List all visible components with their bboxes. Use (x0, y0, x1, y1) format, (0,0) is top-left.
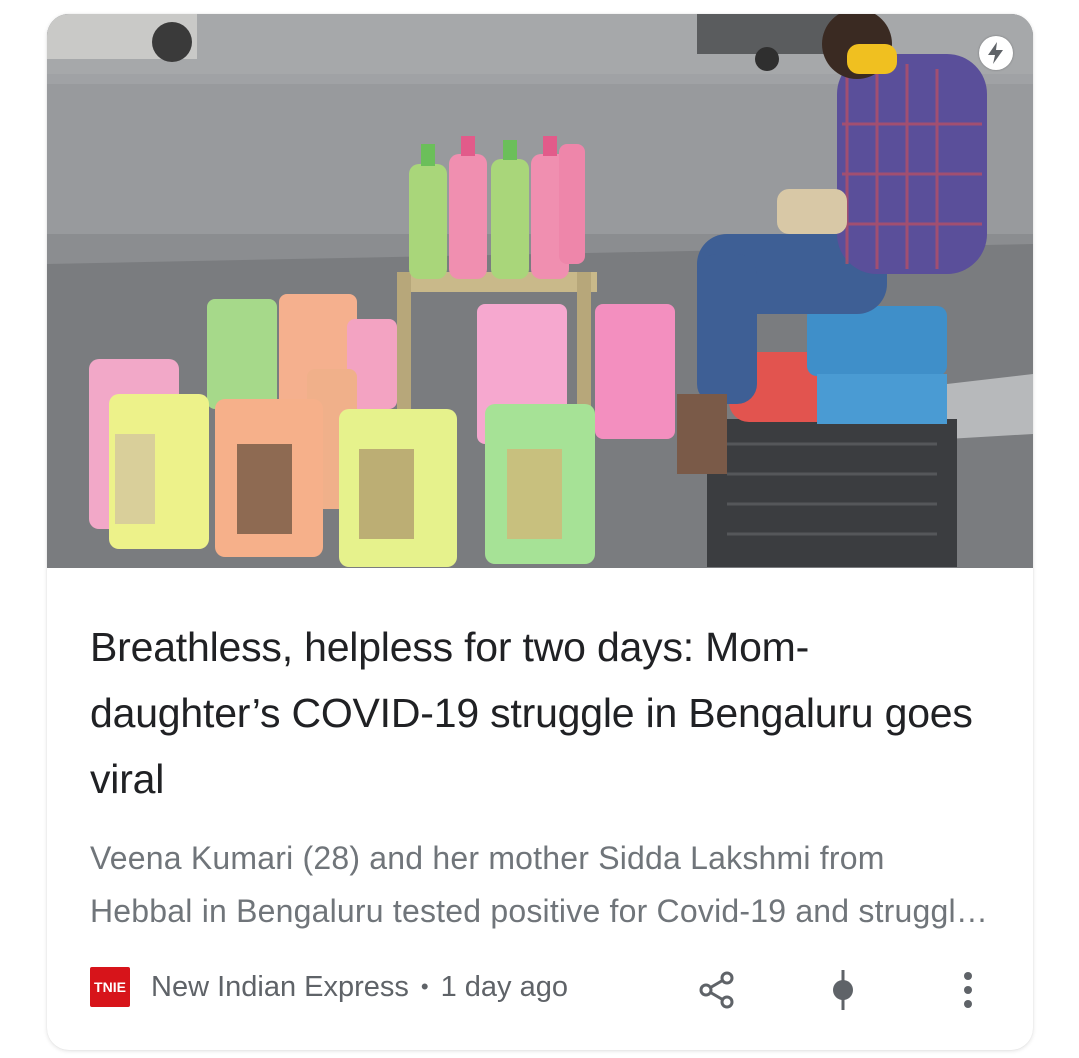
street-vendor-photo (47, 14, 1033, 568)
more-options-button[interactable] (940, 962, 996, 1018)
article-headline[interactable]: Breathless, helpless for two days: Mom-d… (90, 614, 990, 812)
publish-time: 1 day ago (440, 970, 568, 1003)
source-logo: TNIE (90, 967, 130, 1007)
full-coverage-icon (833, 970, 853, 1010)
article-snippet: Veena Kumari (28) and her mother Sidda L… (90, 840, 992, 929)
source-name[interactable]: New Indian Express (151, 971, 409, 1004)
full-coverage-button[interactable] (815, 962, 871, 1018)
lightning-icon (988, 42, 1003, 64)
meta-separator: • (420, 974, 429, 999)
share-icon (699, 971, 734, 1009)
more-vert-icon (964, 972, 972, 1008)
news-card[interactable]: Breathless, helpless for two days: Mom-d… (47, 14, 1033, 1050)
article-image[interactable] (47, 14, 1033, 568)
share-button[interactable] (689, 962, 745, 1018)
amp-badge (979, 36, 1013, 70)
